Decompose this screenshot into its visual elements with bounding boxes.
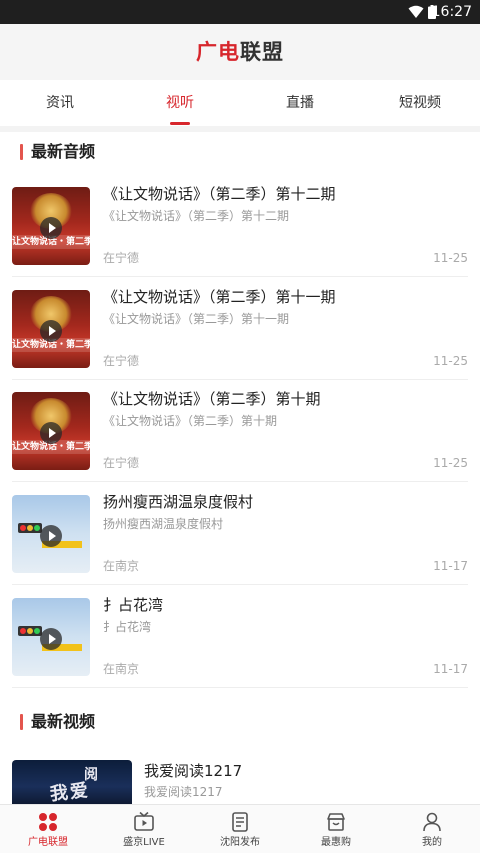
audio-list-item[interactable]: 让文物说话・第二季 《让文物说话》（第二季）第十二期 《让文物说话》（第二季）第… xyxy=(0,177,480,280)
nav-shengjing-live[interactable]: 盛京LIVE xyxy=(96,805,192,853)
active-tab-indicator xyxy=(170,122,190,125)
status-bar: 16:27 xyxy=(0,0,480,24)
thumbnail-text-main: 我爱 xyxy=(48,779,91,804)
audio-thumbnail: 让文物说话・第二季 xyxy=(12,290,90,368)
audio-subtitle: 《让文物说话》（第二季）第十一期 xyxy=(103,312,290,326)
video-thumbnail: 阅 我爱 xyxy=(12,760,132,804)
tab-short-video[interactable]: 短视频 xyxy=(360,93,480,113)
category-tabs: 资讯 视听 直播 短视频 xyxy=(0,80,480,126)
nav-label: 我的 xyxy=(422,837,442,848)
video-list-item[interactable]: 阅 我爱 我爱阅读1217 我爱阅读1217 xyxy=(0,752,480,804)
tab-audiovisual[interactable]: 视听 xyxy=(120,93,240,113)
audio-list-item[interactable]: 让文物说话・第二季 《让文物说话》（第二季）第十期 《让文物说话》（第二季）第十… xyxy=(0,382,480,485)
alliance-icon xyxy=(39,813,57,831)
audio-date: 11-25 xyxy=(433,354,468,368)
nav-label: 广电联盟 xyxy=(28,837,68,848)
audio-date: 11-17 xyxy=(433,559,468,573)
section-latest-video: 最新视频 xyxy=(0,702,480,742)
app-header: 广电联盟 xyxy=(0,24,480,80)
audio-list-item[interactable]: 扬州瘦西湖温泉度假村 扬州瘦西湖温泉度假村 在南京 11-17 xyxy=(0,485,480,588)
thumbnail-art xyxy=(18,523,42,533)
audio-thumbnail xyxy=(12,495,90,573)
nav-alliance[interactable]: 广电联盟 xyxy=(0,805,96,853)
nav-best-buy[interactable]: 最惠购 xyxy=(288,805,384,853)
audio-title: 《让文物说话》（第二季）第十二期 xyxy=(103,185,336,203)
play-icon[interactable] xyxy=(40,422,62,444)
nav-label: 盛京LIVE xyxy=(123,837,165,848)
audio-list-item[interactable]: 扌占花湾 扌占花湾 在南京 11-17 xyxy=(0,588,480,691)
logo-part-1: 广电 xyxy=(196,40,240,64)
logo-part-2: 联盟 xyxy=(240,40,284,64)
section-marker xyxy=(20,714,23,730)
item-divider xyxy=(12,584,468,585)
play-icon[interactable] xyxy=(40,217,62,239)
item-divider xyxy=(12,379,468,380)
bottom-navigation: 广电联盟 盛京LIVE 沈阳发布 最惠购 我的 xyxy=(0,804,480,853)
status-time: 16:27 xyxy=(431,4,472,20)
audio-title: 扌占花湾 xyxy=(103,596,164,614)
audio-subtitle: 《让文物说话》（第二季）第十二期 xyxy=(103,209,290,223)
audio-title: 扬州瘦西湖温泉度假村 xyxy=(103,493,254,511)
audio-thumbnail: 让文物说话・第二季 xyxy=(12,392,90,470)
tab-news[interactable]: 资讯 xyxy=(0,93,120,113)
audio-location: 在宁德 xyxy=(103,354,140,368)
audio-location: 在宁德 xyxy=(103,456,140,470)
video-title: 我爱阅读1217 xyxy=(144,762,243,780)
item-divider xyxy=(12,276,468,277)
video-subtitle: 我爱阅读1217 xyxy=(144,785,223,799)
section-marker xyxy=(20,144,23,160)
play-icon[interactable] xyxy=(40,628,62,650)
audio-list-item[interactable]: 让文物说话・第二季 《让文物说话》（第二季）第十一期 《让文物说话》（第二季）第… xyxy=(0,280,480,383)
audio-location: 在南京 xyxy=(103,662,140,676)
audio-subtitle: 《让文物说话》（第二季）第十期 xyxy=(103,414,278,428)
nav-label: 沈阳发布 xyxy=(220,837,260,848)
wifi-icon xyxy=(408,5,424,18)
tab-live[interactable]: 直播 xyxy=(240,93,360,113)
document-icon xyxy=(232,812,248,832)
section-title-audio: 最新音频 xyxy=(31,142,96,161)
tv-play-icon xyxy=(134,811,154,831)
item-divider xyxy=(12,687,468,688)
user-icon xyxy=(423,812,441,832)
audio-date: 11-17 xyxy=(433,662,468,676)
item-divider xyxy=(12,481,468,482)
audio-date: 11-25 xyxy=(433,456,468,470)
audio-title: 《让文物说话》（第二季）第十期 xyxy=(103,390,321,408)
audio-date: 11-25 xyxy=(433,251,468,265)
audio-title: 《让文物说话》（第二季）第十一期 xyxy=(103,288,336,306)
nav-mine[interactable]: 我的 xyxy=(384,805,480,853)
section-latest-audio: 最新音频 xyxy=(0,132,480,172)
play-icon[interactable] xyxy=(40,320,62,342)
app-logo: 广电联盟 xyxy=(0,38,480,66)
audio-subtitle: 扬州瘦西湖温泉度假村 xyxy=(103,517,224,531)
audio-subtitle: 扌占花湾 xyxy=(103,620,152,634)
nav-label: 最惠购 xyxy=(321,837,351,848)
play-icon[interactable] xyxy=(40,525,62,547)
audio-thumbnail: 让文物说话・第二季 xyxy=(12,187,90,265)
section-title-video: 最新视频 xyxy=(31,712,96,731)
audio-location: 在宁德 xyxy=(103,251,140,265)
audio-thumbnail xyxy=(12,598,90,676)
thumbnail-art xyxy=(18,626,42,636)
shop-icon xyxy=(327,813,345,831)
audio-location: 在南京 xyxy=(103,559,140,573)
nav-shenyang-release[interactable]: 沈阳发布 xyxy=(192,805,288,853)
